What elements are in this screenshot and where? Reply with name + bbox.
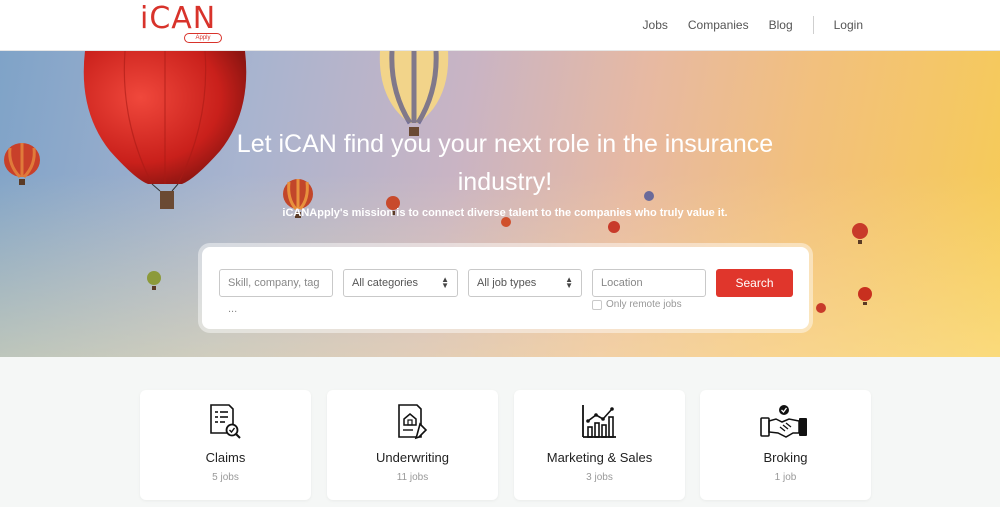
category-job-count: 3 jobs — [586, 472, 613, 483]
logo-subtext: Apply — [184, 33, 222, 43]
category-title: Marketing & Sales — [546, 450, 653, 465]
category-card-broking[interactable]: Broking 1 job — [700, 390, 871, 500]
hero-banner: Let iCAN find you your next role in the … — [0, 51, 1000, 357]
category-job-count: 1 job — [774, 472, 797, 483]
category-job-count: 11 jobs — [396, 472, 429, 483]
category-title: Claims — [205, 450, 246, 465]
underwriting-document-icon — [398, 404, 428, 440]
small-balloon-image — [608, 221, 620, 233]
remote-only-option[interactable]: Only remote jobs — [592, 299, 682, 310]
category-select-value: All categories — [352, 277, 419, 289]
nav-companies[interactable]: Companies — [688, 18, 749, 32]
site-header: iCAN Apply Jobs Companies Blog Login — [0, 0, 1000, 51]
small-balloon-image — [852, 223, 868, 244]
nav-blog[interactable]: Blog — [769, 18, 793, 32]
select-caret-icon: ▲ ▼ — [565, 275, 573, 290]
hero-subtitle: iCANApply's mission is to connect divers… — [282, 207, 728, 219]
claims-document-icon — [210, 404, 241, 439]
small-balloon-image — [501, 217, 511, 227]
category-title: Underwriting — [376, 450, 449, 465]
handshake-icon — [760, 405, 807, 438]
main-nav: Jobs Companies Blog Login — [623, 0, 863, 50]
nav-login[interactable]: Login — [834, 18, 863, 32]
logo-text: iCAN — [140, 1, 217, 36]
category-job-count: 5 jobs — [212, 472, 239, 483]
keyword-search-input[interactable]: Skill, company, tag ... — [219, 269, 333, 315]
nav-jobs[interactable]: Jobs — [643, 18, 668, 32]
ican-logo[interactable]: iCAN Apply — [140, 2, 230, 46]
nav-divider — [812, 16, 814, 34]
search-button[interactable]: Search — [716, 269, 793, 297]
small-balloon-image — [147, 271, 161, 290]
growth-chart-icon — [582, 405, 616, 438]
location-input[interactable]: Location — [592, 269, 706, 297]
remote-only-label: Only remote jobs — [606, 299, 682, 310]
job-search-form: Skill, company, tag ... All categories ▲… — [202, 247, 809, 329]
small-balloon-image — [816, 303, 826, 313]
select-caret-icon: ▲ ▼ — [441, 275, 449, 290]
hero-title: Let iCAN find you your next role in the … — [236, 130, 774, 196]
category-title: Broking — [763, 450, 808, 465]
category-card-marketing-sales[interactable]: Marketing & Sales 3 jobs — [514, 390, 685, 500]
category-select[interactable]: All categories ▲ ▼ — [343, 269, 458, 297]
small-balloon-image — [858, 287, 872, 305]
job-type-select-value: All job types — [477, 277, 537, 289]
category-card-underwriting[interactable]: Underwriting 11 jobs — [327, 390, 498, 500]
category-card-claims[interactable]: Claims 5 jobs — [140, 390, 311, 500]
remote-only-checkbox[interactable] — [592, 299, 602, 310]
small-balloon-image — [4, 143, 40, 185]
job-type-select[interactable]: All job types ▲ ▼ — [468, 269, 582, 297]
